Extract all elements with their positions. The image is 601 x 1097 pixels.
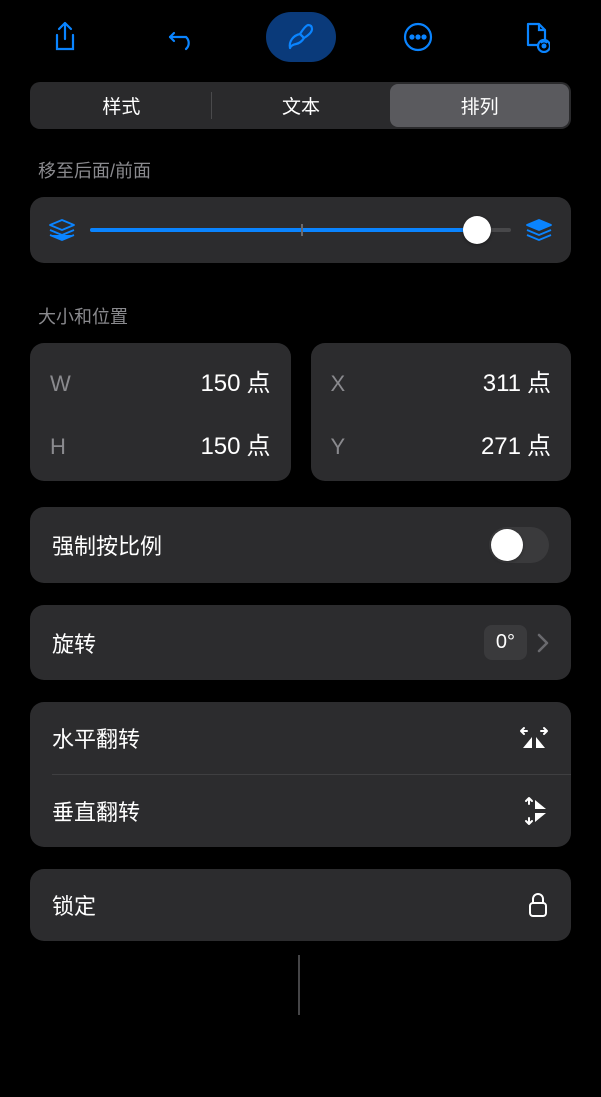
tab-arrange[interactable]: 排列	[390, 84, 569, 127]
height-field[interactable]: H 150 点	[30, 412, 291, 475]
x-unit: 点	[527, 363, 551, 398]
home-indicator	[298, 955, 303, 1015]
position-column: X 311 点 Y 271 点	[311, 343, 572, 481]
y-field[interactable]: Y 271 点	[311, 412, 572, 475]
y-value: 271	[371, 433, 528, 461]
x-value: 311	[371, 370, 528, 398]
more-icon	[402, 21, 434, 53]
size-position-header: 大小和位置	[0, 303, 601, 343]
size-column: W 150 点 H 150 点	[30, 343, 291, 481]
flip-horizontal-row[interactable]: 水平翻转	[30, 702, 571, 774]
undo-button[interactable]	[148, 12, 218, 62]
rotate-label: 旋转	[52, 627, 484, 659]
size-position-grid: W 150 点 H 150 点 X 311 点 Y 271 点	[30, 343, 571, 481]
lock-icon	[527, 891, 549, 919]
height-value: 150	[90, 433, 247, 461]
lock-card: 锁定	[30, 869, 571, 941]
constrain-proportions-row: 强制按比例	[30, 507, 571, 583]
undo-icon	[168, 23, 198, 51]
chevron-right-icon	[537, 633, 549, 653]
flip-card: 水平翻转 垂直翻转	[30, 702, 571, 847]
x-label: X	[331, 371, 371, 397]
y-unit: 点	[527, 426, 551, 461]
width-label: W	[50, 371, 90, 397]
flip-horizontal-icon	[519, 725, 549, 751]
lock-row[interactable]: 锁定	[30, 869, 571, 941]
constrain-toggle[interactable]	[489, 527, 549, 563]
rotate-card: 旋转 0°	[30, 605, 571, 680]
tab-segmented-control: 样式 文本 排列	[30, 82, 571, 129]
y-label: Y	[331, 434, 371, 460]
lock-label: 锁定	[52, 889, 527, 921]
x-field[interactable]: X 311 点	[311, 349, 572, 412]
tab-text[interactable]: 文本	[212, 84, 391, 127]
more-button[interactable]	[383, 12, 453, 62]
flip-vertical-label: 垂直翻转	[52, 795, 523, 827]
width-value: 150	[90, 370, 247, 398]
document-icon	[522, 21, 550, 53]
width-unit: 点	[247, 363, 271, 398]
send-to-back-icon[interactable]	[48, 217, 76, 243]
height-unit: 点	[247, 426, 271, 461]
share-button[interactable]	[30, 12, 100, 62]
rotate-row[interactable]: 旋转 0°	[30, 605, 571, 680]
tab-style[interactable]: 样式	[32, 84, 211, 127]
flip-horizontal-label: 水平翻转	[52, 722, 519, 754]
rotate-value: 0°	[484, 625, 527, 660]
format-button[interactable]	[266, 12, 336, 62]
bring-to-front-icon[interactable]	[525, 217, 553, 243]
layer-order-slider-card	[30, 197, 571, 263]
paintbrush-icon	[285, 21, 317, 53]
height-label: H	[50, 434, 90, 460]
flip-vertical-icon	[523, 796, 549, 826]
top-toolbar	[0, 0, 601, 82]
constrain-label: 强制按比例	[52, 529, 489, 561]
share-icon	[51, 21, 79, 53]
slider-thumb[interactable]	[463, 216, 491, 244]
flip-vertical-row[interactable]: 垂直翻转	[30, 775, 571, 847]
document-settings-button[interactable]	[501, 12, 571, 62]
constrain-card: 强制按比例	[30, 507, 571, 583]
width-field[interactable]: W 150 点	[30, 349, 291, 412]
layer-order-slider[interactable]	[90, 228, 511, 232]
layer-section-header: 移至后面/前面	[0, 157, 601, 197]
